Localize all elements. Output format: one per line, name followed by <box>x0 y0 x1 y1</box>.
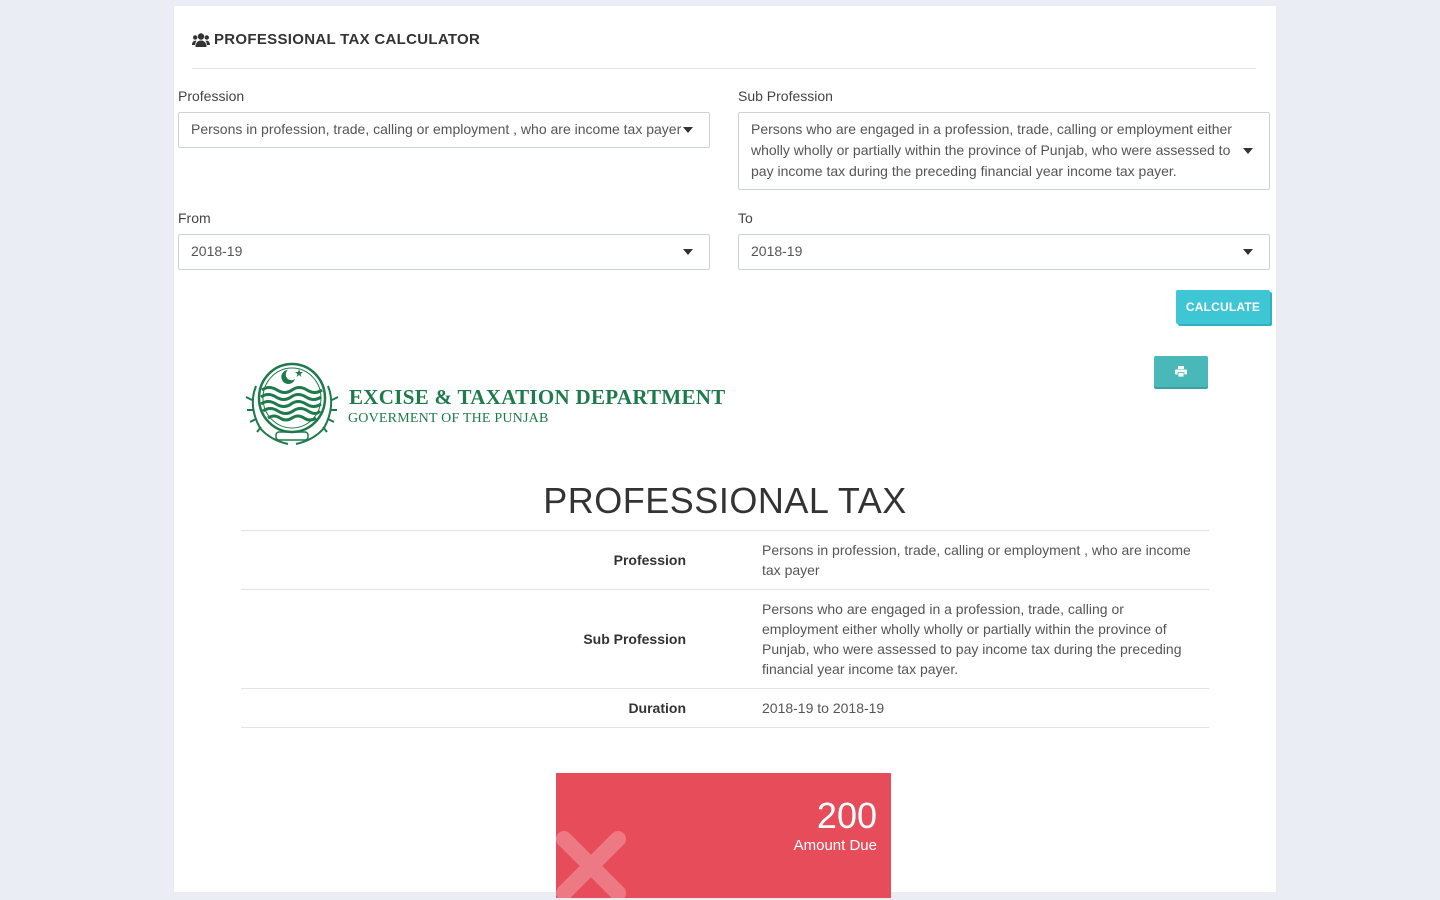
profession-label: Profession <box>178 88 245 104</box>
sub-profession-select[interactable]: Persons who are engaged in a profession,… <box>738 112 1270 190</box>
row-key: Profession <box>241 530 762 590</box>
profession-select[interactable]: Persons in profession, trade, calling or… <box>178 112 710 148</box>
from-label: From <box>178 210 211 226</box>
chevron-down-icon <box>1243 148 1253 154</box>
print-icon <box>1175 366 1187 377</box>
profession-select-value: Persons in profession, trade, calling or… <box>191 121 682 137</box>
to-select[interactable]: 2018-19 <box>738 234 1270 270</box>
panel-header: PROFESSIONAL TAX CALCULATOR <box>192 30 1256 69</box>
amount-due-tile: 200 Amount Due <box>556 773 891 898</box>
calculator-panel: PROFESSIONAL TAX CALCULATOR Profession P… <box>173 6 1277 898</box>
row-key: Sub Profession <box>241 589 762 689</box>
row-value: Persons in profession, trade, calling or… <box>762 530 1209 590</box>
from-select-value: 2018-19 <box>191 243 243 259</box>
row-key: Duration <box>241 688 762 728</box>
to-label: To <box>738 210 753 226</box>
table-row: Sub Profession Persons who are engaged i… <box>241 589 1209 689</box>
close-icon <box>556 831 626 898</box>
department-logo <box>245 362 339 445</box>
report-table: Profession Persons in profession, trade,… <box>241 530 1209 728</box>
department-subtitle: GOVERMENT OF THE PUNJAB <box>348 411 549 426</box>
panel-title: PROFESSIONAL TAX CALCULATOR <box>214 31 481 48</box>
amount-value: 200 <box>816 795 877 836</box>
row-value: Persons who are engaged in a profession,… <box>762 589 1209 689</box>
chevron-down-icon <box>1243 249 1253 255</box>
calculate-button[interactable]: CALCULATE <box>1176 290 1270 324</box>
print-button[interactable] <box>1154 356 1208 387</box>
department-name: EXCISE & TAXATION DEPARTMENT <box>349 385 726 409</box>
chevron-down-icon <box>683 127 693 133</box>
users-icon <box>192 33 210 47</box>
table-row: Duration 2018-19 to 2018-19 <box>241 688 1209 728</box>
sub-profession-label: Sub Profession <box>738 88 833 104</box>
from-select[interactable]: 2018-19 <box>178 234 710 270</box>
chevron-down-icon <box>683 249 693 255</box>
table-row: Profession Persons in profession, trade,… <box>241 530 1209 590</box>
sub-profession-select-value: Persons who are engaged in a profession,… <box>751 121 1232 179</box>
report-title: PROFESSIONAL TAX <box>543 480 907 521</box>
amount-label: Amount Due <box>793 837 877 854</box>
row-value: 2018-19 to 2018-19 <box>762 688 1209 728</box>
to-select-value: 2018-19 <box>751 243 803 259</box>
